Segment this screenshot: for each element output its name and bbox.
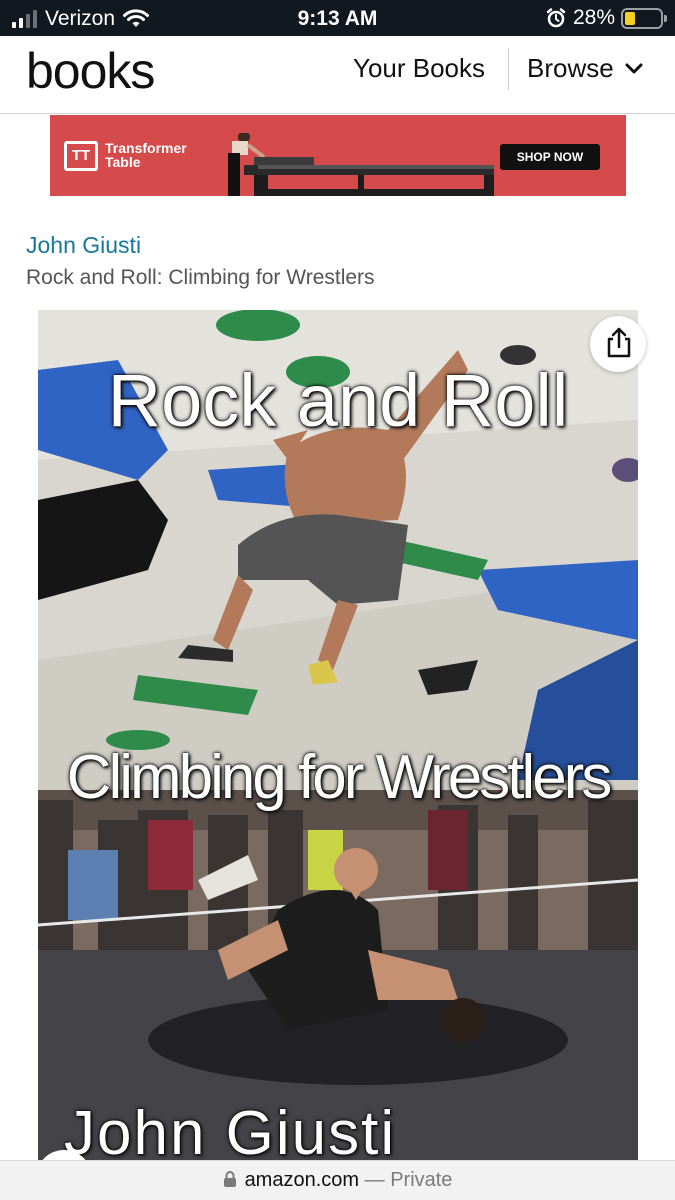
share-icon	[607, 327, 631, 358]
book-title: Rock and Roll: Climbing for Wrestlers	[26, 266, 375, 289]
url-domain: amazon.com	[244, 1169, 360, 1191]
author-link[interactable]: John Giusti	[26, 232, 141, 259]
app-header: books Your Books Browse	[0, 36, 675, 114]
url-bar[interactable]: amazon.com — Private	[0, 1160, 675, 1200]
alarm-icon	[546, 8, 566, 28]
ad-brand-line2: Table	[105, 154, 141, 170]
nav-your-books[interactable]: Your Books	[353, 53, 485, 84]
url-separator: —	[364, 1169, 385, 1191]
shop-now-button[interactable]: SHOP NOW	[500, 144, 600, 170]
url-mode: Private	[390, 1169, 453, 1191]
nav-browse-button[interactable]: Browse	[527, 53, 644, 84]
share-button[interactable]	[590, 316, 646, 372]
books-logo[interactable]: books	[26, 42, 155, 100]
battery-percent: 28%	[572, 6, 615, 29]
url-text: amazon.com — Private	[0, 1169, 675, 1192]
status-bar: Verizon 9:13 AM 28%	[0, 0, 675, 36]
ad-brand: Transformer Table	[105, 141, 187, 169]
ad-logo-mark: TT	[64, 141, 98, 171]
ad-brand-line1: Transformer	[105, 140, 187, 156]
lock-icon	[223, 1171, 236, 1187]
battery-fill	[625, 11, 635, 25]
cover-subtitle: Climbing for Wrestlers	[66, 743, 613, 812]
cover-title: Rock and Roll	[107, 359, 569, 442]
ad-banner[interactable]: TT Transformer Table SHOP NOW	[50, 115, 626, 196]
chevron-down-icon	[625, 63, 643, 73]
nav-browse-label: Browse	[527, 53, 614, 83]
nav-divider	[508, 48, 509, 90]
status-right: 28%	[545, 6, 667, 30]
book-cover[interactable]: Rock and Roll Climbing for Wrestlers Joh…	[38, 310, 638, 1160]
battery-icon	[621, 7, 667, 29]
ad-table-image	[228, 133, 494, 196]
cover-author: John Giusti	[64, 1099, 397, 1160]
